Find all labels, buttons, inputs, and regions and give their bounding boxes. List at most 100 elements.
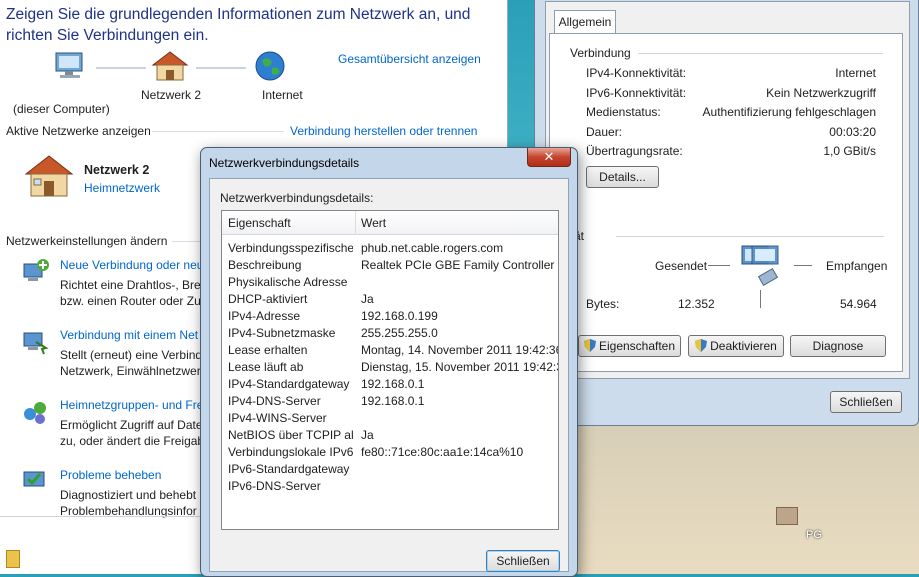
home-network-icon bbox=[24, 155, 74, 197]
internet-node[interactable] bbox=[254, 50, 286, 85]
network-type-link[interactable]: Heimnetzwerk bbox=[84, 181, 160, 195]
section-divider bbox=[172, 241, 202, 242]
property-cell: Lease erhalten bbox=[228, 343, 308, 357]
value-cell: 192.168.0.1 bbox=[361, 394, 425, 408]
table-row[interactable]: IPv4-DNS-Server 192.168.0.1 bbox=[222, 394, 558, 411]
column-separator[interactable] bbox=[355, 211, 356, 235]
table-row[interactable]: Beschreibung Realtek PCIe GBE Family Cont… bbox=[222, 258, 558, 275]
computer-node[interactable] bbox=[52, 50, 88, 83]
tab-general[interactable]: Allgemein bbox=[554, 10, 616, 34]
details-caption: Netzwerkverbindungsdetails: bbox=[220, 191, 374, 205]
dialog-title: Netzwerkverbindungsdetails bbox=[209, 156, 360, 170]
section-divider bbox=[152, 131, 284, 132]
table-row[interactable]: IPv4-WINS-Server bbox=[222, 411, 558, 428]
table-row[interactable]: Verbindungslokale IPv6-... fe80::71ce:80c… bbox=[222, 445, 558, 462]
property-cell: IPv4-Adresse bbox=[228, 309, 301, 323]
globe-icon bbox=[255, 51, 285, 81]
overview-link[interactable]: Gesamtübersicht anzeigen bbox=[338, 52, 481, 66]
property-cell: IPv6-DNS-Server bbox=[228, 479, 321, 493]
network-activity-icon bbox=[741, 245, 779, 287]
ipv4-connectivity-value: Internet bbox=[835, 66, 876, 80]
network-label: Netzwerk 2 bbox=[141, 88, 202, 102]
group-divider bbox=[638, 53, 883, 54]
table-row[interactable]: Lease läuft ab Dienstag, 15. November 201… bbox=[222, 360, 558, 377]
table-row[interactable]: IPv4-Standardgateway 192.168.0.1 bbox=[222, 377, 558, 394]
table-row[interactable]: IPv4-Adresse 192.168.0.199 bbox=[222, 309, 558, 326]
ipv4-connectivity-label: IPv4-Konnektivität: bbox=[586, 66, 687, 80]
troubleshoot-icon bbox=[23, 471, 45, 487]
settings-title: Netzwerkeinstellungen ändern bbox=[6, 234, 168, 248]
computer-label: (dieser Computer) bbox=[13, 102, 110, 116]
property-cell: IPv4-DNS-Server bbox=[228, 394, 321, 408]
properties-button[interactable]: Eigenschaften bbox=[578, 335, 681, 357]
task-title[interactable]: Probleme beheben bbox=[60, 468, 161, 482]
uac-shield-icon bbox=[583, 339, 596, 352]
property-cell: NetBIOS über TCPIP ak... bbox=[228, 428, 353, 442]
bytes-label: Bytes: bbox=[586, 297, 620, 311]
speed-label: Übertragungsrate: bbox=[586, 144, 683, 158]
uac-shield-icon bbox=[695, 339, 708, 352]
general-panel: Verbindung IPv4-Konnektivität: Internet … bbox=[549, 33, 903, 372]
property-cell: IPv6-Standardgateway bbox=[228, 462, 350, 476]
task-title[interactable]: Verbindung mit einem Net bbox=[60, 328, 198, 342]
connection-group-title: Verbindung bbox=[570, 46, 631, 60]
group-divider bbox=[616, 236, 884, 237]
column-header-value[interactable]: Wert bbox=[361, 216, 386, 230]
value-cell: Montag, 14. November 2011 19:42:36 bbox=[361, 343, 559, 357]
media-status-value: Authentifizierung fehlgeschlagen bbox=[702, 105, 876, 119]
table-row[interactable]: IPv6-Standardgateway bbox=[222, 462, 558, 479]
computer-icon bbox=[55, 52, 83, 78]
active-networks-title: Aktive Netzwerke anzeigen bbox=[6, 124, 151, 138]
folder-icon[interactable] bbox=[6, 550, 20, 568]
bytes-sent-value: 12.352 bbox=[678, 297, 715, 311]
status-close-button[interactable]: Schließen bbox=[830, 391, 902, 413]
active-network-name: Netzwerk 2 bbox=[84, 163, 150, 177]
close-icon[interactable]: ✕ bbox=[527, 148, 571, 167]
table-row[interactable]: Verbindungsspezifisches... phub.net.cable… bbox=[222, 241, 558, 258]
diagnose-button[interactable]: Diagnose bbox=[790, 335, 886, 357]
activity-divider bbox=[760, 290, 761, 308]
property-cell: Physikalische Adresse bbox=[228, 275, 348, 289]
details-button[interactable]: Details... bbox=[586, 166, 659, 188]
connect-disconnect-link[interactable]: Verbindung herstellen oder trennen bbox=[290, 124, 477, 138]
disable-button[interactable]: Deaktivieren bbox=[688, 335, 784, 357]
desktop-file-icon[interactable] bbox=[776, 507, 798, 525]
table-row[interactable]: IPv6-DNS-Server bbox=[222, 479, 558, 496]
property-cell: IPv4-Standardgateway bbox=[228, 377, 350, 391]
property-cell: Lease läuft ab bbox=[228, 360, 304, 374]
bytes-received-value: 54.964 bbox=[840, 297, 877, 311]
new-connection-icon bbox=[23, 259, 49, 281]
table-row[interactable]: IPv4-Subnetzmaske 255.255.255.0 bbox=[222, 326, 558, 343]
connection-details-dialog: Netzwerkverbindungsdetails ✕ Netzwerkver… bbox=[200, 147, 578, 577]
value-cell: Realtek PCIe GBE Family Controller bbox=[361, 258, 555, 272]
house-icon bbox=[151, 51, 189, 81]
received-label: Empfangen bbox=[826, 259, 888, 273]
connect-network-icon bbox=[23, 332, 49, 355]
details-close-button[interactable]: Schließen bbox=[486, 550, 560, 572]
column-header-property[interactable]: Eigenschaft bbox=[228, 216, 291, 230]
desktop-file-label[interactable]: PG bbox=[806, 529, 822, 541]
value-cell: fe80::71ce:80c:aa1e:14ca%10 bbox=[361, 445, 524, 459]
property-cell: IPv4-WINS-Server bbox=[228, 411, 327, 425]
table-row[interactable]: Physikalische Adresse bbox=[222, 275, 558, 292]
network-node[interactable] bbox=[150, 50, 190, 85]
map-connector bbox=[196, 67, 246, 69]
page-headline: Zeigen Sie die grundlegenden Information… bbox=[6, 6, 471, 44]
value-cell: Ja bbox=[361, 428, 374, 442]
ipv6-connectivity-value: Kein Netzwerkzugriff bbox=[766, 86, 876, 100]
task-title[interactable]: Heimnetzgruppen- und Fre bbox=[60, 398, 203, 412]
task-title[interactable]: Neue Verbindung oder neu bbox=[60, 258, 203, 272]
value-cell: Dienstag, 15. November 2011 19:42:35 bbox=[361, 360, 559, 374]
homegroup-icon bbox=[24, 402, 46, 424]
value-cell: 192.168.0.199 bbox=[361, 309, 438, 323]
list-header: Eigenschaft Wert bbox=[222, 211, 558, 235]
details-listview[interactable]: Eigenschaft Wert Verbindungsspezifisches… bbox=[221, 210, 559, 530]
connection-status-dialog: Allgemein Verbindung IPv4-Konnektivität:… bbox=[534, 0, 919, 426]
duration-value: 00:03:20 bbox=[829, 125, 876, 139]
table-row[interactable]: DHCP-aktiviert Ja bbox=[222, 292, 558, 309]
property-cell: Beschreibung bbox=[228, 258, 302, 272]
ipv6-connectivity-label: IPv6-Konnektivität: bbox=[586, 86, 687, 100]
table-row[interactable]: Lease erhalten Montag, 14. November 2011 … bbox=[222, 343, 558, 360]
table-row[interactable]: NetBIOS über TCPIP ak... Ja bbox=[222, 428, 558, 445]
received-line bbox=[794, 265, 812, 266]
